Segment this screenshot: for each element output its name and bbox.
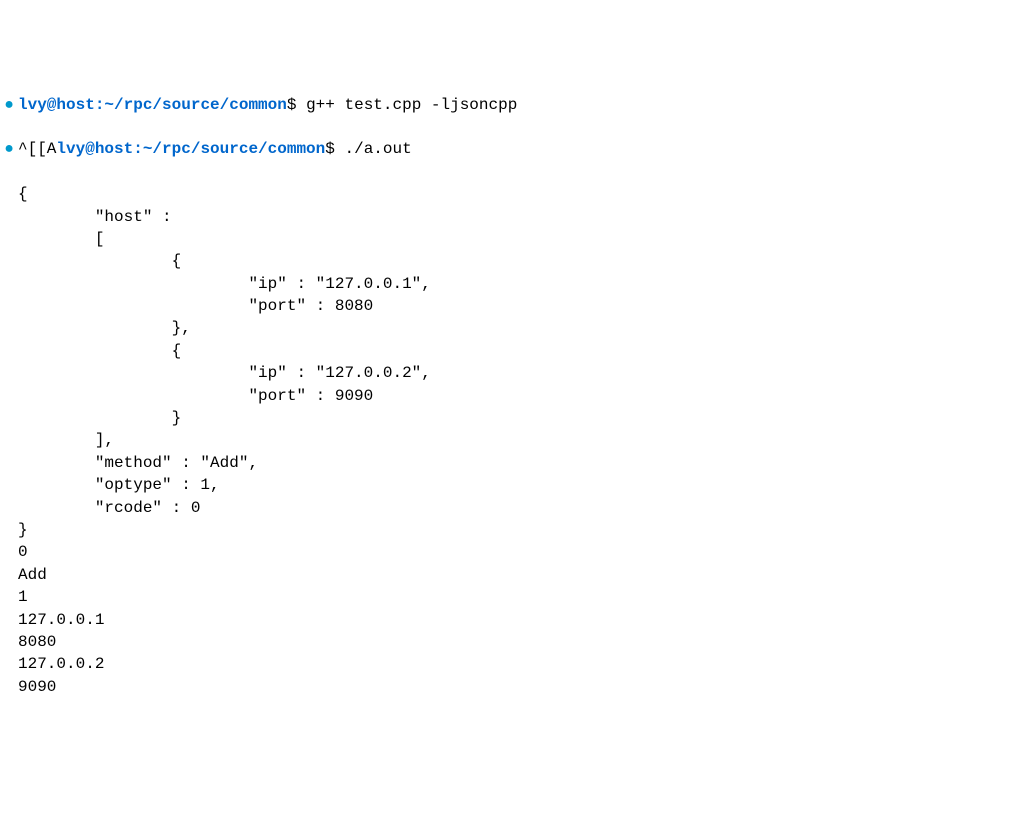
output-line: 127.0.0.2	[0, 653, 1018, 675]
space	[296, 94, 306, 116]
escape-prefix: ^[[A	[18, 138, 56, 160]
path: ~/rpc/source/common	[104, 94, 286, 116]
space	[335, 138, 345, 160]
output-line: }	[0, 519, 1018, 541]
output-line: "optype" : 1,	[0, 474, 1018, 496]
dollar-sign: $	[287, 94, 297, 116]
output-line: "host" :	[0, 206, 1018, 228]
output-line: }	[0, 407, 1018, 429]
output-line: 1	[0, 586, 1018, 608]
output-line: },	[0, 317, 1018, 339]
output-line: "port" : 9090	[0, 385, 1018, 407]
output-line: {	[0, 250, 1018, 272]
output-line: ],	[0, 429, 1018, 451]
output-line: 127.0.0.1	[0, 609, 1018, 631]
bullet-icon: ●	[0, 138, 18, 160]
output-line: Add	[0, 564, 1018, 586]
user-host: lvy@host	[18, 94, 95, 116]
dollar-sign: $	[325, 138, 335, 160]
output-line: {	[0, 340, 1018, 362]
output-line: {	[0, 183, 1018, 205]
bullet-icon: ●	[0, 94, 18, 116]
terminal-output: { "host" : [ { "ip" : "127.0.0.1", "port…	[0, 183, 1018, 698]
output-line: "method" : "Add",	[0, 452, 1018, 474]
output-line: 8080	[0, 631, 1018, 653]
command-input[interactable]: ./a.out	[344, 138, 411, 160]
terminal-prompt-2: ●^[[Alvy@host:~/rpc/source/common$ ./a.o…	[0, 138, 1018, 160]
output-line: 0	[0, 541, 1018, 563]
output-line: [	[0, 228, 1018, 250]
output-line: "rcode" : 0	[0, 497, 1018, 519]
user-host: lvy@host	[56, 138, 133, 160]
command-input[interactable]: g++ test.cpp -ljsoncpp	[306, 94, 517, 116]
output-line: "ip" : "127.0.0.2",	[0, 362, 1018, 384]
output-line: "ip" : "127.0.0.1",	[0, 273, 1018, 295]
output-line: "port" : 8080	[0, 295, 1018, 317]
colon: :	[95, 94, 105, 116]
colon: :	[133, 138, 143, 160]
output-line: 9090	[0, 676, 1018, 698]
path: ~/rpc/source/common	[143, 138, 325, 160]
terminal-prompt-1: ●lvy@host:~/rpc/source/common$ g++ test.…	[0, 94, 1018, 116]
